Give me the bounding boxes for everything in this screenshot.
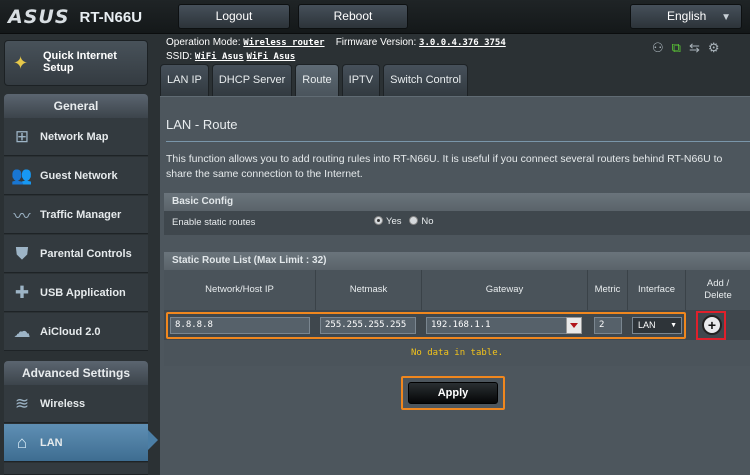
sidebar-item-label: USB Application xyxy=(40,286,126,299)
column-metric: Metric xyxy=(588,270,628,310)
quick-setup-label: Quick Internet Setup xyxy=(43,50,117,74)
sidebar-item-parental-controls[interactable]: ⛊ Parental Controls xyxy=(4,235,148,273)
route-table-header: Network/Host IP Netmask Gateway Metric I… xyxy=(164,270,750,310)
content-panel: LAN - Route This function allows you to … xyxy=(160,96,750,475)
empty-table-message: No data in table. xyxy=(164,340,750,366)
active-nav-pointer xyxy=(148,430,158,450)
basic-config-section: Basic Config Enable static routes Yes No xyxy=(164,193,750,235)
column-netmask: Netmask xyxy=(316,270,422,310)
column-gateway: Gateway xyxy=(422,270,588,310)
sidebar-item-wireless[interactable]: ≋ Wireless xyxy=(4,385,148,423)
sidebar-item-label: Traffic Manager xyxy=(40,208,122,221)
advanced-settings-section-title: Advanced Settings xyxy=(4,361,148,385)
enable-static-routes-label: Enable static routes xyxy=(172,217,256,228)
sidebar-item-label: Wireless xyxy=(40,397,86,410)
language-value: English xyxy=(667,9,707,23)
router-info: Operation Mode: Wireless router Firmware… xyxy=(166,36,506,64)
usb-status-icon[interactable]: ⇆ xyxy=(689,40,700,56)
column-network-host-ip: Network/Host IP xyxy=(164,270,316,310)
sidebar-item-usb-application[interactable]: ✚ USB Application xyxy=(4,274,148,312)
title-divider xyxy=(166,141,750,142)
general-section-title: General xyxy=(4,94,148,118)
enable-static-routes-row: Enable static routes Yes No xyxy=(164,211,750,235)
guest-network-icon: 👥 xyxy=(11,165,33,185)
sidebar-item-label: LAN xyxy=(40,436,63,449)
static-route-list-section: Static Route List (Max Limit : 32) Netwo… xyxy=(164,252,750,366)
router-model: RT-N66U xyxy=(79,8,143,26)
route-input-row: 8.8.8.8 255.255.255.255 192.168.1.1 2 LA… xyxy=(164,310,750,340)
ssid-label: SSID: xyxy=(166,51,193,62)
sidebar-item-traffic-manager[interactable]: 〰 Traffic Manager xyxy=(4,196,148,234)
connection-status-icon[interactable]: ⧉ xyxy=(672,40,681,56)
no-label: No xyxy=(421,216,434,227)
sidebar-item-label: AiCloud 2.0 xyxy=(40,325,101,338)
page-title: LAN - Route xyxy=(166,117,238,132)
clients-icon[interactable]: ⚇ xyxy=(652,40,664,56)
network-map-icon: ⊞ xyxy=(14,126,30,146)
sidebar-item-label: Guest Network xyxy=(40,169,118,182)
operation-mode-link[interactable]: Wireless router xyxy=(243,38,324,48)
logout-button[interactable]: Logout xyxy=(178,4,290,29)
sidebar-item-aicloud[interactable]: ☁ AiCloud 2.0 xyxy=(4,313,148,351)
yes-radio[interactable] xyxy=(374,216,383,225)
quick-internet-setup-button[interactable]: ✦ Quick Internet Setup xyxy=(4,40,148,86)
magic-wand-icon: ✦ xyxy=(13,53,29,73)
chevron-down-icon: ▼ xyxy=(721,12,731,23)
no-radio[interactable] xyxy=(409,216,419,225)
sidebar-item-guest-network[interactable]: 👥 Guest Network xyxy=(4,157,148,195)
column-add-delete: Add / Delete xyxy=(704,278,732,301)
page-description: This function allows you to add routing … xyxy=(166,153,723,180)
aicloud-icon: ☁ xyxy=(13,321,31,341)
usb-application-icon: ✚ xyxy=(14,282,30,302)
input-row-highlight xyxy=(166,312,686,339)
traffic-manager-icon: 〰 xyxy=(13,207,31,226)
firmware-label: Firmware Version: xyxy=(335,37,417,48)
operation-mode-label: Operation Mode: xyxy=(166,37,241,48)
lan-tabs: LAN IP DHCP Server Route IPTV Switch Con… xyxy=(160,64,469,96)
system-status-icon[interactable]: ⚙ xyxy=(708,40,720,56)
top-bar: ASUS RT-N66U Logout Reboot English ▼ xyxy=(0,0,750,34)
add-route-button[interactable]: + xyxy=(702,315,722,335)
lan-icon: ⌂ xyxy=(16,432,28,452)
enable-static-routes-options: Yes No xyxy=(374,216,434,227)
sidebar-item-network-map[interactable]: ⊞ Network Map xyxy=(4,118,148,156)
ssid-link[interactable]: WiFi_Asus xyxy=(246,52,295,62)
apply-button[interactable]: Apply xyxy=(408,382,498,404)
static-route-list-header: Static Route List (Max Limit : 32) xyxy=(164,252,750,270)
parental-controls-icon: ⛊ xyxy=(15,243,29,263)
column-interface: Interface xyxy=(628,270,686,310)
firmware-link[interactable]: 3.0.0.4.376_3754 xyxy=(419,38,506,48)
sidebar-item-next[interactable] xyxy=(4,463,148,475)
tab-switch-control[interactable]: Switch Control xyxy=(383,64,469,96)
brand: ASUS RT-N66U xyxy=(8,6,142,28)
yes-label: Yes xyxy=(386,216,402,227)
wireless-icon: ≋ xyxy=(14,393,30,413)
tab-dhcp-server[interactable]: DHCP Server xyxy=(211,64,293,96)
sidebar-item-lan[interactable]: ⌂ LAN xyxy=(4,424,148,462)
asus-logo: ASUS xyxy=(8,6,70,28)
language-select[interactable]: English ▼ xyxy=(630,4,742,29)
sidebar-item-label: Parental Controls xyxy=(40,247,132,260)
reboot-button[interactable]: Reboot xyxy=(298,4,408,29)
tab-route[interactable]: Route xyxy=(295,64,339,96)
tab-iptv[interactable]: IPTV xyxy=(341,64,381,96)
tab-lan-ip[interactable]: LAN IP xyxy=(160,64,209,96)
sidebar-item-label: Network Map xyxy=(40,130,109,143)
basic-config-header: Basic Config xyxy=(164,193,750,211)
status-icons: ⚇ ⧉ ⇆ ⚙ xyxy=(652,40,720,56)
apply-button-highlight: Apply xyxy=(401,376,505,410)
ssid-link[interactable]: WiFi_Asus xyxy=(195,52,244,62)
plus-icon: + xyxy=(707,317,717,333)
